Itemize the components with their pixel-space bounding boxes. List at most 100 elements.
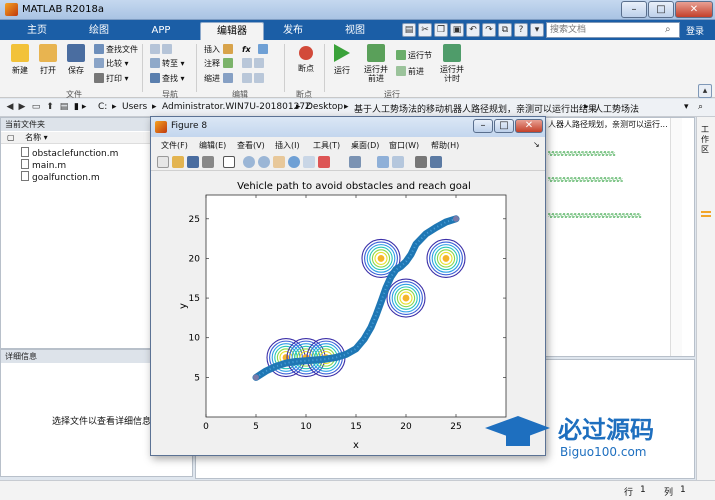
data-cursor-icon[interactable] [303,156,315,168]
undo-icon[interactable]: ↶ [466,23,480,37]
warning-marker [701,215,711,217]
menu-tools[interactable]: 工具(T) [313,140,340,151]
run-section-button[interactable]: 运行节 [396,50,432,62]
browse-folder-icon[interactable]: ▤ [58,101,70,114]
save-button[interactable]: 保存 [60,44,92,76]
file-item[interactable]: main.m [21,159,66,171]
dropdown-icon[interactable]: ▾ [530,23,544,37]
file-item[interactable]: goalfunction.m [21,171,100,183]
maximize-button[interactable]: □ [648,1,674,18]
help-icon[interactable]: ? [514,23,528,37]
compare-icon [94,58,104,68]
tab-publish[interactable]: 发布 [266,22,320,40]
breadcrumb-desktop[interactable]: Desktop [306,102,343,112]
open-file-icon[interactable] [172,156,184,168]
advance-icon [396,66,406,76]
find-button[interactable]: 查找 ▾ [150,73,185,85]
switch-windows-icon[interactable]: ⧉ [498,23,512,37]
menu-view[interactable]: 查看(V) [237,140,265,151]
print-button[interactable]: 打印 ▾ [94,73,129,85]
run-icon [334,44,350,62]
up-folder-icon[interactable]: ⬆ [44,101,56,114]
print-figure-icon[interactable] [202,156,214,168]
menu-window[interactable]: 窗口(W) [389,140,419,151]
pan-icon[interactable] [273,156,285,168]
tab-apps[interactable]: APP [136,22,186,40]
search-icon [150,73,160,83]
file-item[interactable]: obstaclefunction.m [21,147,118,159]
separator [324,44,325,92]
run-advance-button[interactable]: 运行并 前进 [358,44,394,83]
save-figure-icon[interactable] [187,156,199,168]
redo-icon[interactable]: ↷ [482,23,496,37]
dock-figure-icon[interactable] [430,156,442,168]
back-icon[interactable]: ◀ [4,101,16,114]
compare-button[interactable]: 比较 ▾ [94,58,129,70]
menu-edit[interactable]: 编辑(E) [199,140,226,151]
zoom-out-icon[interactable] [258,156,270,168]
link-plot-icon[interactable] [349,156,361,168]
search-icon[interactable]: ⌕ [665,24,677,36]
run-section-icon [396,50,406,60]
run-and-time-button[interactable]: 运行并 计时 [436,44,468,83]
figure-icon [155,121,167,133]
rotate-icon[interactable] [288,156,300,168]
nav-back-forward[interactable] [150,44,174,56]
breadcrumb-project[interactable]: 基于人工势场法的移动机器人路径规划，亲测可以运行出结果 [354,102,597,115]
figure-maximize-button[interactable]: □ [494,119,514,133]
menu-dock-icon[interactable]: ↘ [533,140,540,149]
insert-button[interactable]: 插入 [204,44,235,56]
tab-view[interactable]: 视图 [328,22,382,40]
figure-minimize-button[interactable]: – [473,119,493,133]
zoom-in-icon[interactable] [243,156,255,168]
collapse-ribbon-icon[interactable]: ▴ [698,84,712,98]
quick-access-save-icon[interactable]: ▤ [402,23,416,37]
tab-editor[interactable]: 编辑器 [200,22,264,40]
quick-access-cut-icon[interactable]: ✂ [418,23,432,37]
y-tick-label: 15 [189,294,200,304]
tab-home[interactable]: 主页 [12,22,62,40]
menu-help[interactable]: 帮助(H) [431,140,459,151]
folder-icon[interactable]: ▭ [30,101,42,114]
editor-scrollbar[interactable] [670,118,682,356]
indent-tools-icon[interactable] [242,73,266,85]
breadcrumb-users[interactable]: Users [122,102,147,112]
hide-tools-icon[interactable] [415,156,427,168]
comment-tools-icon[interactable] [242,58,266,70]
figure-window[interactable]: Figure 8 – □ ✕ 文件(F) 编辑(E) 查看(V) 插入(I) 工… [150,116,546,456]
brush-icon[interactable] [318,156,330,168]
breakpoints-button[interactable]: 断点 [290,44,322,74]
address-dropdown-icon[interactable]: ▾ [684,102,689,112]
run-button[interactable]: 运行 [326,44,358,76]
search-docs-input[interactable]: 搜索文档 [546,22,680,38]
pointer-icon[interactable] [223,156,235,168]
login-link[interactable]: 登录 [686,24,704,37]
breadcrumb-drive[interactable]: C: [98,102,107,112]
name-column-header[interactable]: 名称 [25,133,41,142]
breadcrumb-folder[interactable]: 人工势场法 [594,102,639,115]
legend-icon[interactable] [392,156,404,168]
quick-access-copy-icon[interactable]: ❐ [434,23,448,37]
close-button[interactable]: ✕ [675,1,713,18]
address-search-icon[interactable]: ⌕ [698,102,703,112]
minimize-button[interactable]: – [621,1,647,18]
menu-desktop[interactable]: 桌面(D) [351,140,379,151]
workspace-label[interactable]: 工作区 [701,125,711,155]
quick-access-paste-icon[interactable]: ▣ [450,23,464,37]
fx-button[interactable]: fx [242,44,251,56]
colorbar-icon[interactable] [377,156,389,168]
goto-button[interactable]: 转至 ▾ [150,58,185,70]
advance-button[interactable]: 前进 [396,66,424,78]
figure-close-button[interactable]: ✕ [515,119,543,133]
forward-icon[interactable]: ▶ [16,101,28,114]
menu-insert[interactable]: 插入(I) [275,140,300,151]
warning-marker [701,211,711,213]
tab-plots[interactable]: 绘图 [74,22,124,40]
edit-more-icon[interactable] [258,44,270,56]
indent-button[interactable]: 缩进 [204,73,235,85]
breadcrumb-user[interactable]: Administrator.WIN7U-20180127Z [162,102,311,112]
menu-file[interactable]: 文件(F) [161,140,188,151]
comment-button[interactable]: 注释 [204,58,235,70]
find-files-button[interactable]: 查找文件 [94,44,138,56]
new-figure-icon[interactable] [157,156,169,168]
